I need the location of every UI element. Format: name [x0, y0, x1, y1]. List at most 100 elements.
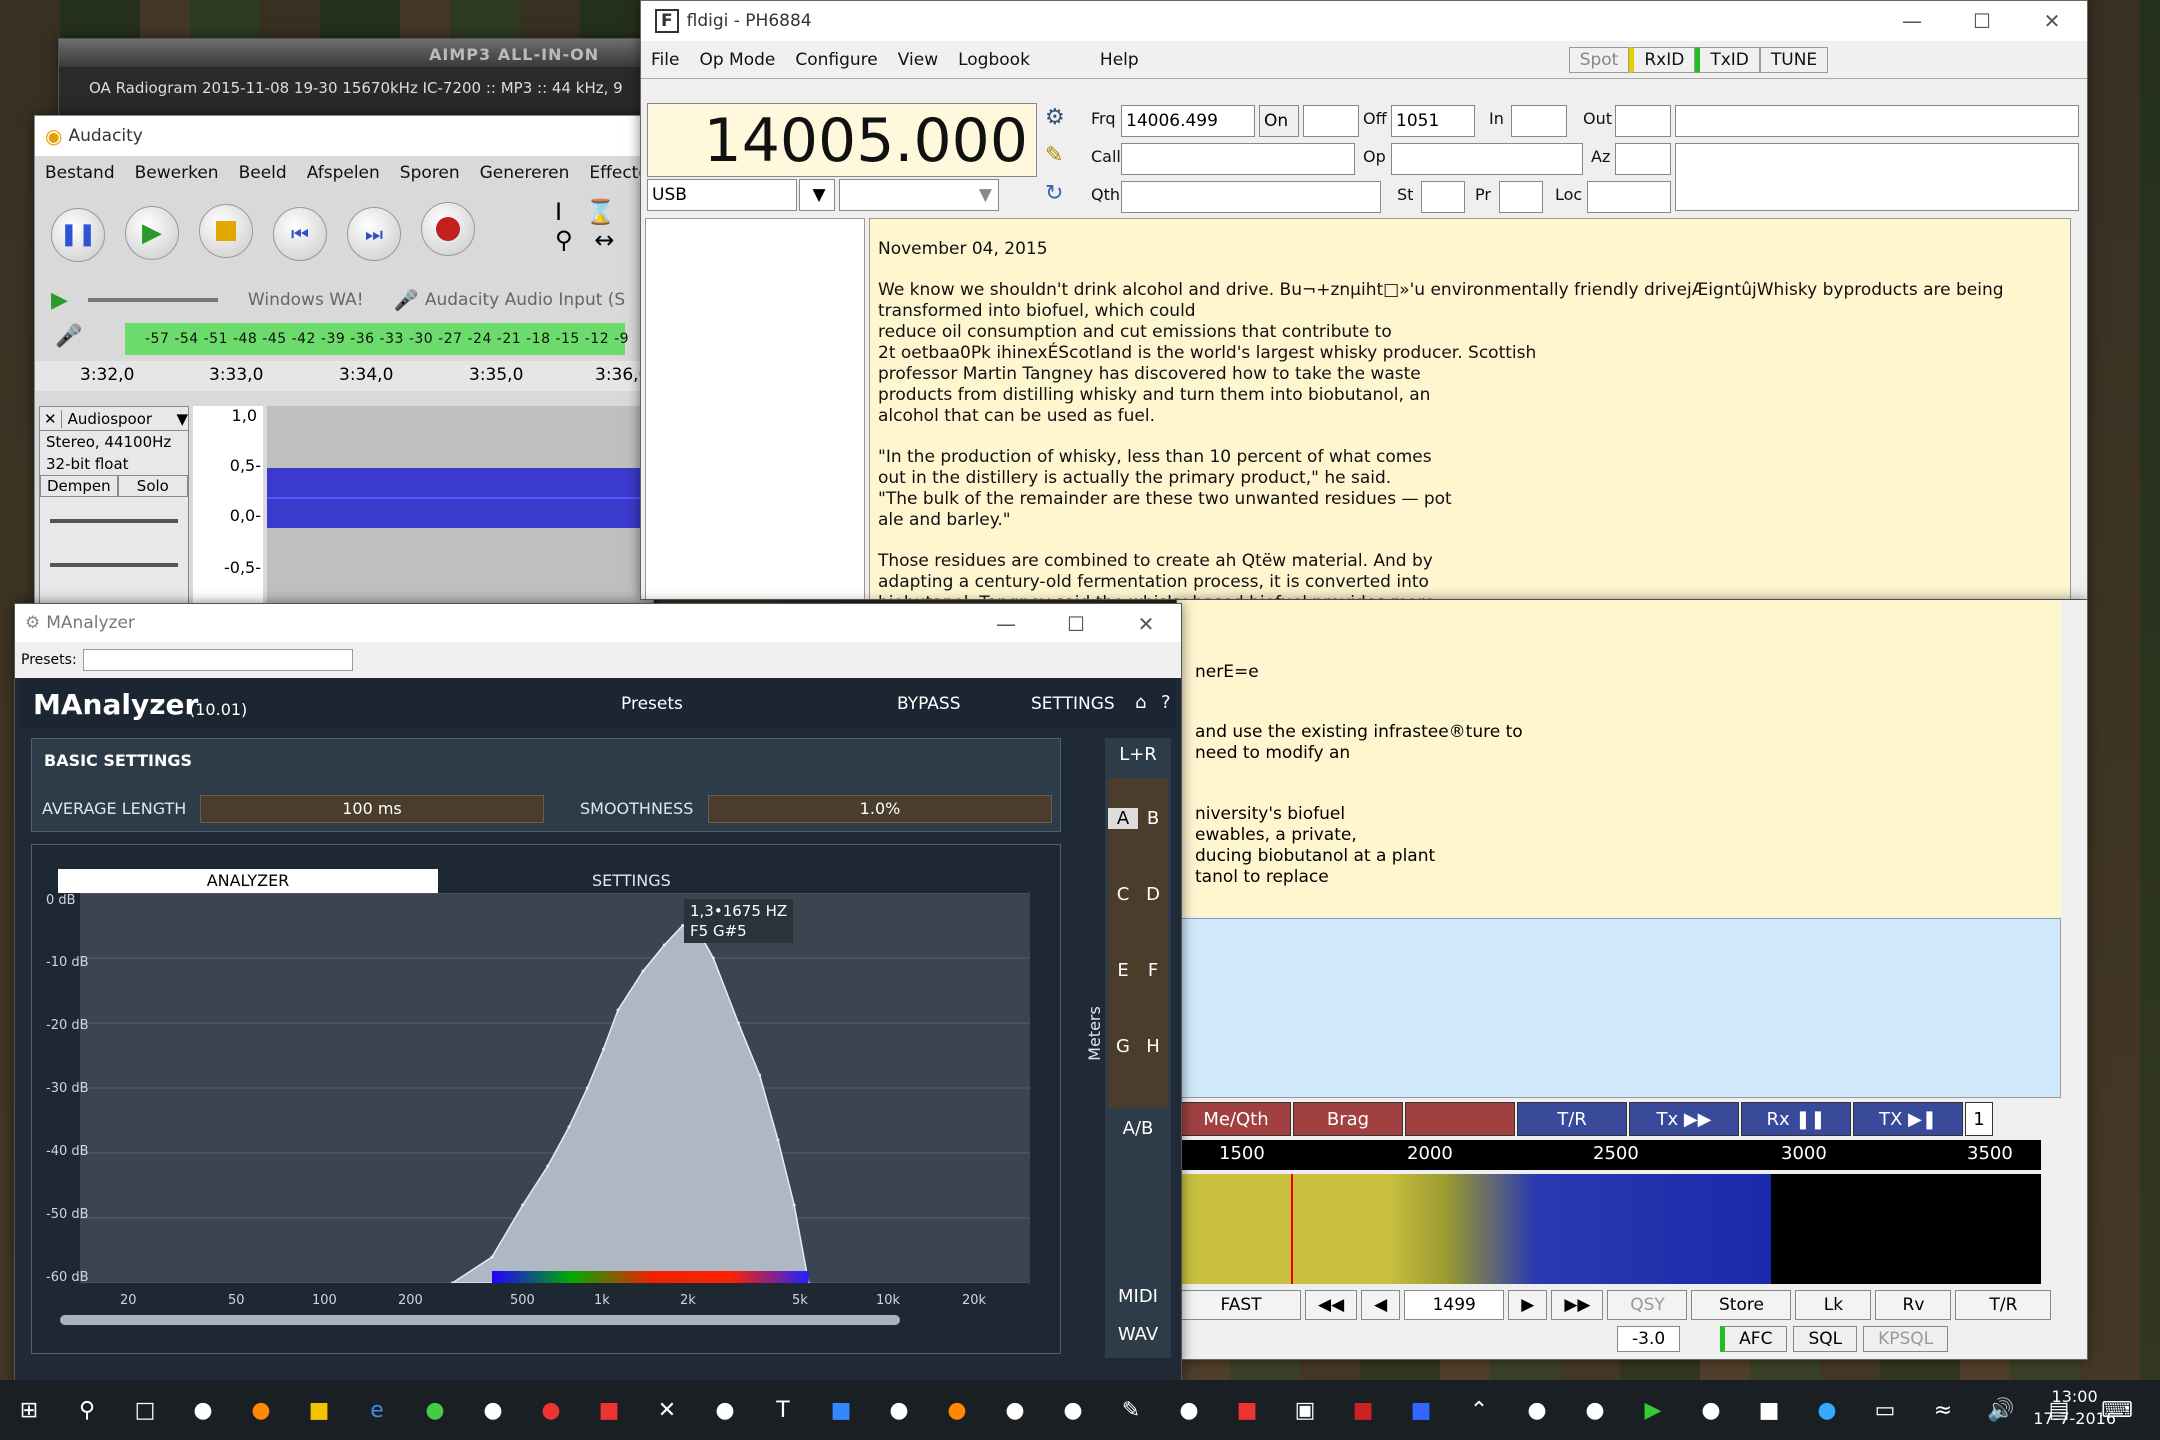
terminal-icon[interactable]: ▣	[1276, 1390, 1334, 1430]
close-track-icon[interactable]: ✕	[40, 409, 62, 428]
gain-slider[interactable]	[50, 519, 178, 523]
tune-toggle[interactable]: TUNE	[1759, 46, 1829, 73]
loc-field[interactable]	[1587, 181, 1671, 213]
in-field[interactable]	[1511, 105, 1567, 137]
afc-toggle[interactable]: AFC	[1720, 1326, 1788, 1352]
pause-button[interactable]: ❚❚	[51, 207, 105, 262]
mode-dropdown-icon[interactable]: ▼	[799, 179, 835, 211]
out-field[interactable]	[1615, 105, 1671, 137]
minimize-icon[interactable]: —	[1877, 1, 1947, 41]
mute-button[interactable]: Dempen	[40, 475, 118, 497]
manalyzer-window[interactable]: ⚙ MAnalyzer — ☐ ✕ Presets: MAnalyzer (10…	[14, 603, 1182, 1383]
macro-tx-stop[interactable]: TX ▶❚	[1853, 1102, 1963, 1136]
app-icon[interactable]: ■	[580, 1390, 638, 1430]
app-icon[interactable]: ■	[1334, 1390, 1392, 1430]
record-button[interactable]	[421, 202, 475, 256]
app-icon[interactable]: ■	[812, 1390, 870, 1430]
waterfall-display[interactable]	[1181, 1174, 2041, 1284]
smoothness-slider[interactable]: 1.0%	[708, 795, 1052, 823]
fldigi-left-pane[interactable]	[645, 218, 865, 599]
transmit-text-pane[interactable]	[1181, 918, 2061, 1098]
midi-button[interactable]: MIDI	[1108, 1286, 1168, 1307]
timeline-ruler[interactable]: 3:32,0 3:33,0 3:34,0 3:35,0 3:36,0	[35, 361, 653, 391]
app-icon[interactable]: ✕	[638, 1390, 696, 1430]
menu-bestand[interactable]: Bestand	[35, 163, 125, 183]
menu-opmode[interactable]: Op Mode	[689, 50, 785, 70]
app-icon[interactable]: ●	[870, 1390, 928, 1430]
wf-forward-button[interactable]: ▶	[1508, 1290, 1548, 1320]
play-button[interactable]: ▶	[125, 206, 179, 260]
meters-label[interactable]: Meters	[1085, 1006, 1104, 1061]
presets-button[interactable]: Presets	[621, 694, 683, 714]
app-icon[interactable]: ●	[696, 1390, 754, 1430]
macro-me-qth[interactable]: Me/Qth	[1181, 1102, 1291, 1136]
squelch-level[interactable]: -3.0	[1617, 1326, 1681, 1352]
aimp-titlebar[interactable]	[59, 39, 717, 67]
menu-afspelen[interactable]: Afspelen	[297, 163, 390, 183]
waveform-display[interactable]	[267, 406, 653, 614]
avg-length-slider[interactable]: 100 ms	[200, 795, 544, 823]
txid-toggle[interactable]: TxID	[1695, 46, 1760, 73]
close-icon[interactable]: ✕	[1111, 604, 1181, 644]
stop-button[interactable]	[199, 204, 253, 258]
macro-rx[interactable]: Rx ❚❚	[1741, 1102, 1851, 1136]
lock-toggle[interactable]: Lk	[1795, 1290, 1872, 1320]
macro-brag[interactable]: Brag	[1293, 1102, 1403, 1136]
app-icon[interactable]: ●	[986, 1390, 1044, 1430]
pr-field[interactable]	[1499, 181, 1543, 213]
op-field[interactable]	[1391, 143, 1583, 175]
start-icon[interactable]: ⊞	[0, 1390, 58, 1430]
horizontal-scrollbar[interactable]	[60, 1315, 900, 1325]
menu-beeld[interactable]: Beeld	[229, 163, 297, 183]
app-icon[interactable]: ■	[1392, 1390, 1450, 1430]
macro-tx[interactable]: Tx ▶▶	[1629, 1102, 1739, 1136]
close-icon[interactable]: ✕	[2017, 1, 2087, 41]
notes-field[interactable]	[1675, 105, 2079, 137]
menu-view[interactable]: View	[888, 50, 948, 70]
sync-icon[interactable]: ↻	[1045, 181, 1063, 206]
edge-icon[interactable]: e	[348, 1390, 406, 1430]
skip-start-button[interactable]: ⏮	[273, 207, 327, 261]
app-icon[interactable]: ●	[1044, 1390, 1102, 1430]
reverse-toggle[interactable]: Rv	[1875, 1290, 1952, 1320]
input-device-select[interactable]: Audacity Audio Input (S	[425, 290, 625, 310]
wav-button[interactable]: WAV	[1108, 1324, 1168, 1345]
search-icon[interactable]: ⚲	[58, 1390, 116, 1430]
qsy-button[interactable]: QSY	[1607, 1290, 1688, 1320]
wf-back-button[interactable]: ◀	[1361, 1290, 1401, 1320]
maximize-icon[interactable]: ☐	[1947, 1, 2017, 41]
bank-b-button[interactable]: B	[1138, 808, 1168, 829]
battery-icon[interactable]: ▭	[1856, 1390, 1914, 1430]
timeshift-tool-icon[interactable]: ↔	[594, 226, 614, 254]
az-field[interactable]	[1615, 143, 1671, 175]
store-button[interactable]: Store	[1691, 1290, 1792, 1320]
ab-button[interactable]: A/B	[1108, 1118, 1168, 1139]
channel-lr-button[interactable]: L+R	[1108, 744, 1168, 765]
app-icon[interactable]: T	[754, 1390, 812, 1430]
firefox-icon[interactable]: ●	[232, 1390, 290, 1430]
app-icon[interactable]: ●	[174, 1390, 232, 1430]
wf-fastforward-button[interactable]: ▶▶	[1551, 1290, 1604, 1320]
menu-file[interactable]: File	[641, 50, 689, 70]
zoom-tool-icon[interactable]: ⚲	[555, 226, 573, 254]
recording-level-meter[interactable]: -57 -54 -51 -48 -45 -42 -39 -36 -33 -30 …	[125, 323, 629, 355]
bandwidth-select[interactable]: ▼	[839, 179, 999, 211]
app-icon[interactable]: ●	[464, 1390, 522, 1430]
audacity-titlebar[interactable]: ◉ Audacity	[35, 116, 653, 156]
tray-icon[interactable]: ■	[1740, 1390, 1798, 1430]
spectrum-graph[interactable]: 1,3•1675 HZ F5 G#5	[80, 892, 1030, 1285]
output-device-select[interactable]: Windows WA!	[248, 290, 388, 310]
clock[interactable]: 13:00 17-7-2016	[2033, 1386, 2116, 1430]
tray-chevron-icon[interactable]: ⌃	[1450, 1390, 1508, 1430]
manalyzer-titlebar[interactable]: ⚙ MAnalyzer — ☐ ✕	[15, 604, 1181, 642]
wf-carrier-field[interactable]: 1499	[1404, 1290, 1505, 1320]
tray-icon[interactable]: ●	[1682, 1390, 1740, 1430]
kpsql-toggle[interactable]: KPSQL	[1863, 1326, 1949, 1352]
play-at-speed-icon[interactable]: ▶	[51, 288, 68, 313]
fldigi-lower-panel[interactable]: nerE=e and use the existing infrastee®tu…	[1176, 600, 2088, 1360]
speed-slider[interactable]	[87, 298, 218, 302]
fldigi-window[interactable]: F fldigi - PH6884 — ☐ ✕ File Op Mode Con…	[640, 0, 2088, 600]
app-icon[interactable]: ✎	[1102, 1390, 1160, 1430]
task-view-icon[interactable]: □	[116, 1390, 174, 1430]
app-icon[interactable]: ●	[1160, 1390, 1218, 1430]
